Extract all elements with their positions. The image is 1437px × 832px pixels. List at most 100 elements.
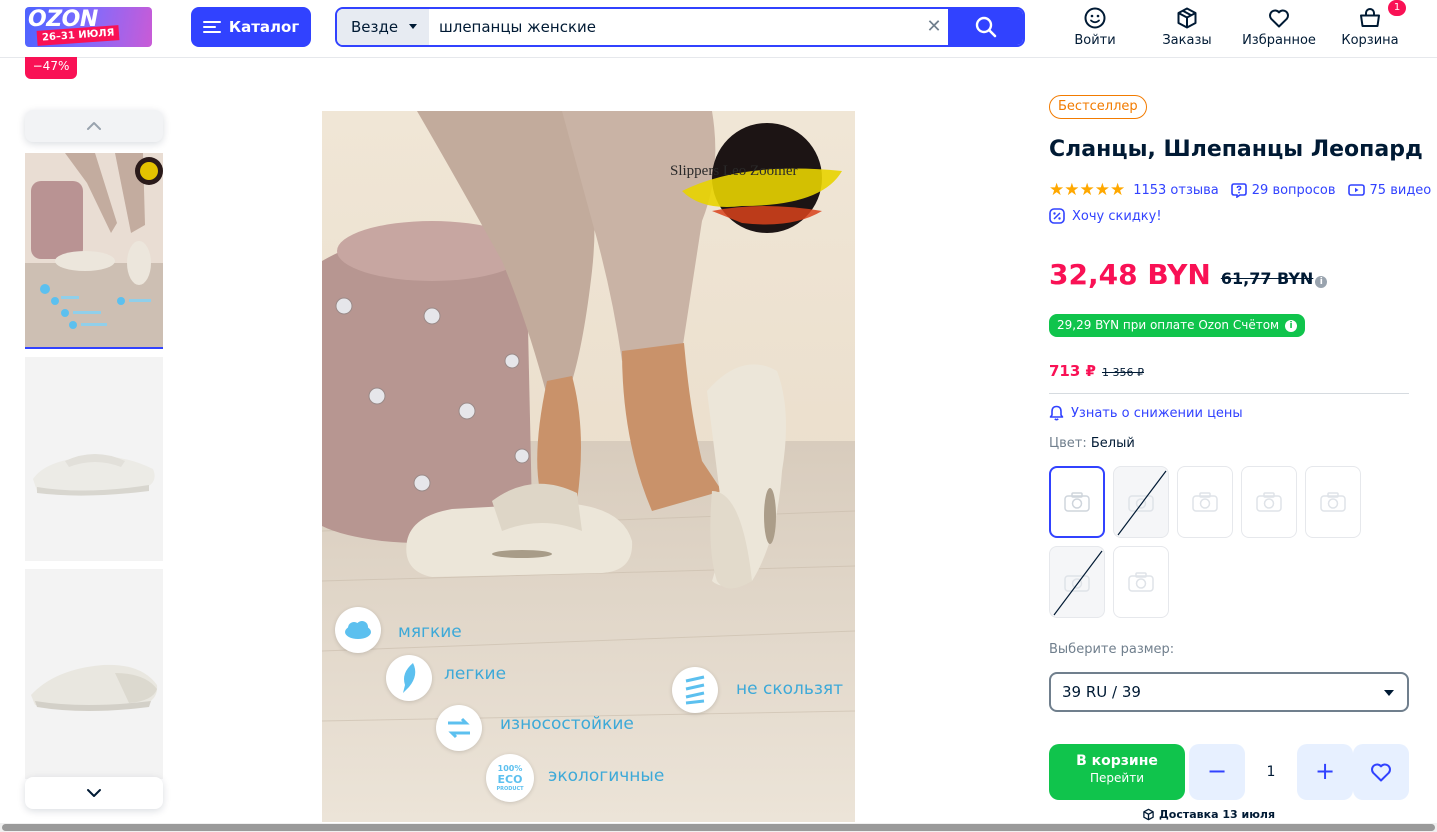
login-button[interactable]: Войти: [1074, 6, 1116, 50]
rating-row: ★★★★★ 1153 отзыва 29 вопросов 75 видео: [1049, 180, 1431, 200]
cloud-icon: [335, 607, 381, 653]
chevron-down-icon: [87, 789, 101, 797]
camera-icon: [1064, 492, 1090, 512]
thumbnail-image: [25, 153, 163, 347]
color-label-title: Цвет:: [1049, 436, 1087, 451]
bestseller-badge: Бестселлер: [1049, 95, 1147, 119]
color-swatch[interactable]: [1049, 466, 1105, 538]
eco-badge-icon: 100% ECO PRODUCT: [486, 754, 534, 802]
question-icon: [1230, 183, 1247, 198]
cart-label: Корзина: [1341, 33, 1399, 48]
search-input[interactable]: [429, 9, 949, 45]
videos-link[interactable]: 75 видео: [1347, 183, 1431, 198]
thumbnail-3[interactable]: [25, 569, 163, 779]
old-price: 61,77 BYN: [1220, 269, 1314, 288]
feature-eco: экологичные: [548, 766, 665, 786]
size-label: Выберите размер:: [1049, 642, 1175, 657]
want-discount-link[interactable]: Хочу скидку!: [1049, 208, 1162, 224]
rub-price-block: 713 ₽ 1 356 ₽: [1049, 362, 1144, 380]
discount-badge: −47%: [25, 57, 77, 79]
horizontal-scrollbar[interactable]: [0, 823, 1437, 832]
search-bar: Везде ✕: [335, 7, 1025, 47]
bell-icon: [1049, 405, 1064, 421]
size-select[interactable]: 39 RU / 39: [1049, 672, 1409, 712]
main-product-image[interactable]: Slippers Leo Zoomer мягкие легкие износо…: [322, 111, 855, 822]
login-label: Войти: [1074, 33, 1116, 48]
camera-icon: [1128, 572, 1154, 592]
info-icon: i: [1285, 319, 1298, 332]
camera-icon: [1192, 492, 1218, 512]
add-to-favorites-button[interactable]: [1353, 744, 1409, 800]
price-drop-alert-link[interactable]: Узнать о снижении цены: [1049, 405, 1243, 421]
cart-button-header[interactable]: 1 Корзина: [1341, 0, 1406, 50]
price-block: 32,48 BYN 61,77 BYN i: [1049, 258, 1328, 291]
color-swatch[interactable]: [1177, 466, 1233, 538]
discount-tag-icon: [1049, 208, 1065, 224]
eco-product: PRODUCT: [496, 786, 524, 792]
in-cart-label: В корзине: [1076, 753, 1158, 769]
color-swatch-unavailable[interactable]: [1049, 546, 1105, 618]
clear-icon[interactable]: ✕: [922, 15, 946, 39]
thumbnail-2[interactable]: [25, 357, 163, 561]
caret-down-icon: [409, 24, 417, 29]
quantity-value: 1: [1266, 764, 1276, 780]
rub-old-price: 1 356 ₽: [1101, 366, 1144, 379]
basket-icon: [1360, 8, 1380, 27]
orders-button[interactable]: Заказы: [1162, 6, 1212, 50]
thumbnail-1[interactable]: [25, 153, 163, 349]
tread-icon: [672, 667, 718, 713]
info-icon[interactable]: i: [1315, 276, 1328, 288]
color-value: Белый: [1090, 436, 1135, 451]
questions-label: 29 вопросов: [1251, 182, 1336, 198]
thumbnails-scroll-up[interactable]: [25, 110, 163, 142]
ozon-account-price-label: 29,29 BYN при оплате Ozon Счётом: [1057, 318, 1280, 332]
want-discount-label: Хочу скидку!: [1072, 208, 1162, 224]
ozon-account-price[interactable]: 29,29 BYN при оплате Ozon Счётом i: [1049, 314, 1306, 337]
search-icon: [975, 16, 996, 38]
search-button[interactable]: [948, 9, 1023, 45]
quantity-decrease-button[interactable]: −: [1189, 744, 1245, 800]
scrollbar-thumb[interactable]: [2, 824, 1435, 831]
camera-icon: [1256, 492, 1282, 512]
caret-down-icon: [1384, 690, 1394, 696]
camera-icon: [1320, 492, 1346, 512]
rating-stars[interactable]: ★★★★★: [1049, 180, 1125, 200]
feature-light: легкие: [444, 664, 507, 684]
rub-price: 713 ₽: [1049, 362, 1096, 380]
strike-line: [1053, 550, 1103, 616]
price-drop-alert-label: Узнать о снижении цены: [1071, 405, 1243, 421]
box-icon: [1177, 7, 1197, 29]
box-icon: [1143, 808, 1154, 821]
color-swatch[interactable]: [1305, 466, 1361, 538]
search-scope-value: Везде: [351, 18, 399, 36]
brand-logo-text: Slippers Leo Zoomer: [670, 163, 798, 179]
questions-link[interactable]: 29 вопросов: [1230, 182, 1336, 198]
reviews-link[interactable]: 1153 отзыва: [1133, 183, 1219, 198]
cart-count-badge: 1: [1388, 0, 1406, 16]
delivery-info: Доставка 13 июля: [1142, 808, 1275, 821]
catalog-label: Каталог: [228, 18, 300, 36]
eco-word: ECO: [497, 773, 523, 786]
search-scope-select[interactable]: Везде: [337, 9, 429, 45]
color-swatch-unavailable[interactable]: [1113, 466, 1169, 538]
ozon-logo[interactable]: OZON 26–31 ИЮЛЯ: [25, 7, 152, 47]
in-cart-button[interactable]: В корзине Перейти: [1049, 744, 1185, 800]
current-price: 32,48 BYN: [1049, 258, 1211, 291]
chevron-up-icon: [87, 122, 101, 130]
color-swatch[interactable]: [1241, 466, 1297, 538]
feature-durable: износостойкие: [500, 714, 634, 734]
quantity-increase-button[interactable]: +: [1297, 744, 1353, 800]
heart-icon: [1269, 9, 1289, 28]
menu-icon: [202, 18, 221, 36]
feather-icon: [386, 655, 432, 701]
user-face-icon: [1084, 7, 1106, 29]
thumbnail-image: [25, 357, 163, 561]
favorites-button[interactable]: Избранное: [1242, 6, 1316, 50]
thumbnails-scroll-down[interactable]: [25, 777, 163, 809]
feature-non-slip: не скользят: [736, 679, 844, 699]
color-label: Цвет: Белый: [1049, 436, 1135, 451]
catalog-button[interactable]: Каталог: [191, 7, 311, 47]
strike-line: [1117, 470, 1167, 536]
arrows-icon: [436, 705, 482, 751]
color-swatch[interactable]: [1113, 546, 1169, 618]
